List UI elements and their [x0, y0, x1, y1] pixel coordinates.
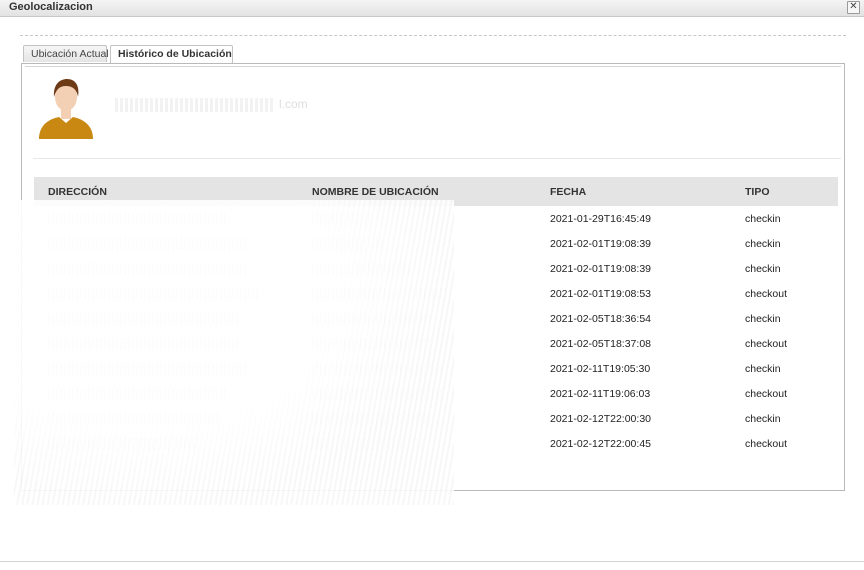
window-titlebar: Geolocalizacion ✕ [0, 0, 864, 17]
cell-nombre-redacted [298, 331, 536, 356]
dialog-body: Ubicación Actual Histórico de Ubicación … [0, 17, 864, 570]
cell-nombre-redacted [298, 381, 536, 406]
header-fecha[interactable]: FECHA [536, 177, 731, 206]
user-avatar-icon [39, 79, 93, 139]
table-row[interactable]: 2021-02-01T19:08:39 checkin [34, 231, 838, 256]
cell-direccion-redacted [34, 431, 298, 456]
cell-tipo: checkin [745, 312, 781, 325]
redacted-name [115, 97, 275, 112]
cell-nombre-redacted [298, 206, 536, 231]
table-row[interactable]: 2021-02-12T22:00:30 checkin [34, 406, 838, 431]
cell-fecha: 2021-02-01T19:08:39 [550, 262, 651, 275]
table-row[interactable]: 2021-02-11T19:06:03 checkout [34, 381, 838, 406]
cell-tipo: checkout [745, 387, 788, 400]
cell-tipo: checkin [745, 362, 781, 375]
cell-direccion-redacted [34, 356, 298, 381]
table-row[interactable]: 2021-02-01T19:08:53 checkout [34, 281, 838, 306]
table-row[interactable]: 2021-02-12T22:00:45 checkout [34, 431, 838, 456]
table-row[interactable]: 2021-02-05T18:36:54 checkin [34, 306, 838, 331]
header-nombre-de-ubicacion[interactable]: NOMBRE DE UBICACIÓN [298, 177, 536, 206]
cell-direccion-redacted [34, 331, 298, 356]
cell-direccion-redacted [34, 406, 298, 431]
cell-fecha: 2021-02-11T19:06:03 [550, 387, 651, 400]
header-direccion[interactable]: DIRECCIÓN [34, 177, 298, 206]
cell-fecha: 2021-02-05T18:36:54 [550, 312, 651, 325]
header-tipo[interactable]: TIPO [731, 177, 838, 206]
tab-ubicacion-actual[interactable]: Ubicación Actual [23, 45, 109, 62]
table-header-row: DIRECCIÓN NOMBRE DE UBICACIÓN FECHA TIPO [34, 177, 838, 206]
cell-fecha: 2021-02-01T19:08:39 [550, 237, 651, 250]
close-icon[interactable]: ✕ [847, 1, 860, 14]
cell-nombre-redacted [298, 431, 536, 456]
cell-tipo: checkin [745, 212, 781, 225]
panel-content: l.com DIRECCIÓN NOMBRE DE UBICACIÓN FECH… [25, 66, 841, 487]
cell-fecha: 2021-01-29T16:45:49 [550, 212, 651, 225]
cell-direccion-redacted [34, 381, 298, 406]
dialog-bottom-border [0, 561, 864, 562]
cell-tipo: checkin [745, 412, 781, 425]
cell-direccion-redacted [34, 256, 298, 281]
cell-direccion-redacted [34, 206, 298, 231]
cell-nombre-redacted [298, 281, 536, 306]
tab-panel-historico: l.com DIRECCIÓN NOMBRE DE UBICACIÓN FECH… [21, 63, 845, 491]
table-row[interactable]: 2021-01-29T16:45:49 checkin [34, 206, 838, 231]
cell-nombre-redacted [298, 306, 536, 331]
cell-fecha: 2021-02-01T19:08:53 [550, 287, 651, 300]
cell-tipo: checkout [745, 337, 788, 350]
location-history-table: DIRECCIÓN NOMBRE DE UBICACIÓN FECHA TIPO… [34, 177, 838, 456]
cell-nombre-redacted [298, 231, 536, 256]
dashed-separator [20, 35, 846, 36]
table-row[interactable]: 2021-02-01T19:08:39 checkin [34, 256, 838, 281]
tab-historico-de-ubicacion[interactable]: Histórico de Ubicación [110, 45, 233, 63]
cell-fecha: 2021-02-12T22:00:30 [550, 412, 651, 425]
cell-tipo: checkout [745, 437, 788, 450]
table-row[interactable]: 2021-02-11T19:05:30 checkin [34, 356, 838, 381]
cell-fecha: 2021-02-11T19:05:30 [550, 362, 651, 375]
cell-direccion-redacted [34, 231, 298, 256]
cell-nombre-redacted [298, 256, 536, 281]
cell-direccion-redacted [34, 306, 298, 331]
window-title: Geolocalizacion [9, 1, 93, 13]
cell-nombre-redacted [298, 356, 536, 381]
user-email-suffix: l.com [279, 97, 308, 111]
table-row[interactable]: 2021-02-05T18:37:08 checkout [34, 331, 838, 356]
user-email: l.com [115, 97, 325, 115]
cell-nombre-redacted [298, 406, 536, 431]
cell-tipo: checkin [745, 237, 781, 250]
cell-fecha: 2021-02-12T22:00:45 [550, 437, 651, 450]
profile-separator [33, 158, 841, 159]
cell-fecha: 2021-02-05T18:37:08 [550, 337, 651, 350]
cell-tipo: checkin [745, 262, 781, 275]
cell-direccion-redacted [34, 281, 298, 306]
cell-tipo: checkout [745, 287, 788, 300]
